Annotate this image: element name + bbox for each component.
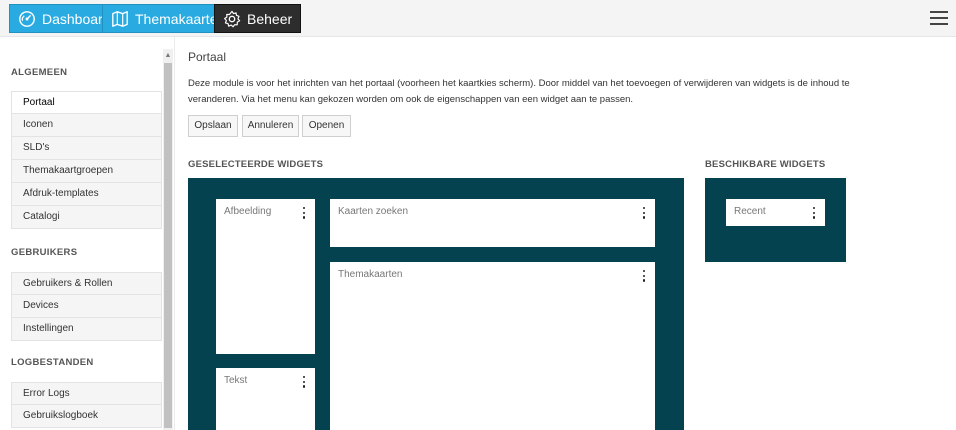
widget-afbeelding[interactable]: Afbeelding (216, 199, 315, 354)
kebab-menu-icon[interactable] (642, 207, 646, 219)
widget-title: Kaarten zoeken (338, 206, 409, 217)
widget-title: Afbeelding (224, 206, 272, 217)
kebab-menu-icon[interactable] (812, 207, 816, 219)
sidebar-item-error-logs[interactable]: Error Logs (11, 382, 162, 405)
kebab-menu-icon[interactable] (302, 207, 306, 219)
widget-recent[interactable]: Recent (726, 199, 825, 226)
sidebar-section-logbestanden: LOGBESTANDEN (11, 357, 94, 368)
sidebar-item-instellingen[interactable]: Instellingen (11, 318, 162, 341)
available-widgets-panel: Recent (705, 178, 846, 262)
gear-icon (223, 10, 241, 28)
beheer-button[interactable]: Beheer (214, 4, 302, 33)
sidebar-item-devices[interactable]: Devices (11, 295, 162, 318)
sidebar-section-algemeen: ALGEMEEN (11, 67, 68, 78)
top-toolbar: Dashboard Themakaarten Beheer (0, 0, 956, 37)
kebab-menu-icon[interactable] (302, 376, 306, 388)
dashboard-gauge-icon (18, 10, 36, 28)
sidebar-item-afdruk-templates[interactable]: Afdruk-templates (11, 183, 162, 206)
sidebar-item-catalogi[interactable]: Catalogi (11, 206, 162, 229)
available-widgets-heading: BESCHIKBARE WIDGETS (705, 159, 826, 170)
kebab-menu-icon[interactable] (642, 270, 646, 282)
scrollbar-thumb[interactable] (164, 63, 172, 428)
dashboard-button-label: Dashboard (42, 10, 111, 27)
widget-title: Recent (734, 206, 766, 217)
widget-title: Tekst (224, 375, 248, 386)
sidebar-scrollbar[interactable]: ▲ (163, 49, 173, 430)
save-button[interactable]: Opslaan (188, 115, 238, 137)
sidebar-item-gebruikslogboek[interactable]: Gebruikslogboek (11, 405, 162, 428)
beheer-button-label: Beheer (247, 10, 293, 27)
hamburger-menu-icon[interactable] (930, 10, 950, 26)
selected-widgets-panel: Afbeelding Kaarten zoeken Themakaarten T… (188, 178, 684, 430)
widget-themakaarten[interactable]: Themakaarten (330, 262, 655, 430)
widget-title: Themakaarten (338, 269, 403, 280)
sidebar: ALGEMEEN Portaal Iconen SLD's Themakaart… (0, 37, 175, 430)
themakaarten-button-label: Themakaarten (135, 10, 226, 27)
sidebar-item-iconen[interactable]: Iconen (11, 114, 162, 137)
widget-kaarten-zoeken[interactable]: Kaarten zoeken (330, 199, 655, 247)
page-description: Deze module is voor het inrichten van he… (188, 78, 850, 105)
map-icon (111, 10, 129, 28)
sidebar-item-gebruikers-rollen[interactable]: Gebruikers & Rollen (11, 272, 162, 295)
cancel-button[interactable]: Annuleren (242, 115, 299, 137)
sidebar-section-gebruikers: GEBRUIKERS (11, 247, 78, 258)
sidebar-item-slds[interactable]: SLD's (11, 137, 162, 160)
sidebar-item-portaal[interactable]: Portaal (11, 91, 162, 114)
sidebar-item-themakaartgroepen[interactable]: Themakaartgroepen (11, 160, 162, 183)
selected-widgets-heading: GESELECTEERDE WIDGETS (188, 159, 324, 170)
scroll-up-arrow-icon[interactable]: ▲ (163, 49, 173, 61)
open-button[interactable]: Openen (302, 115, 351, 137)
widget-tekst[interactable]: Tekst (216, 368, 315, 430)
page-title: Portaal (188, 50, 227, 64)
